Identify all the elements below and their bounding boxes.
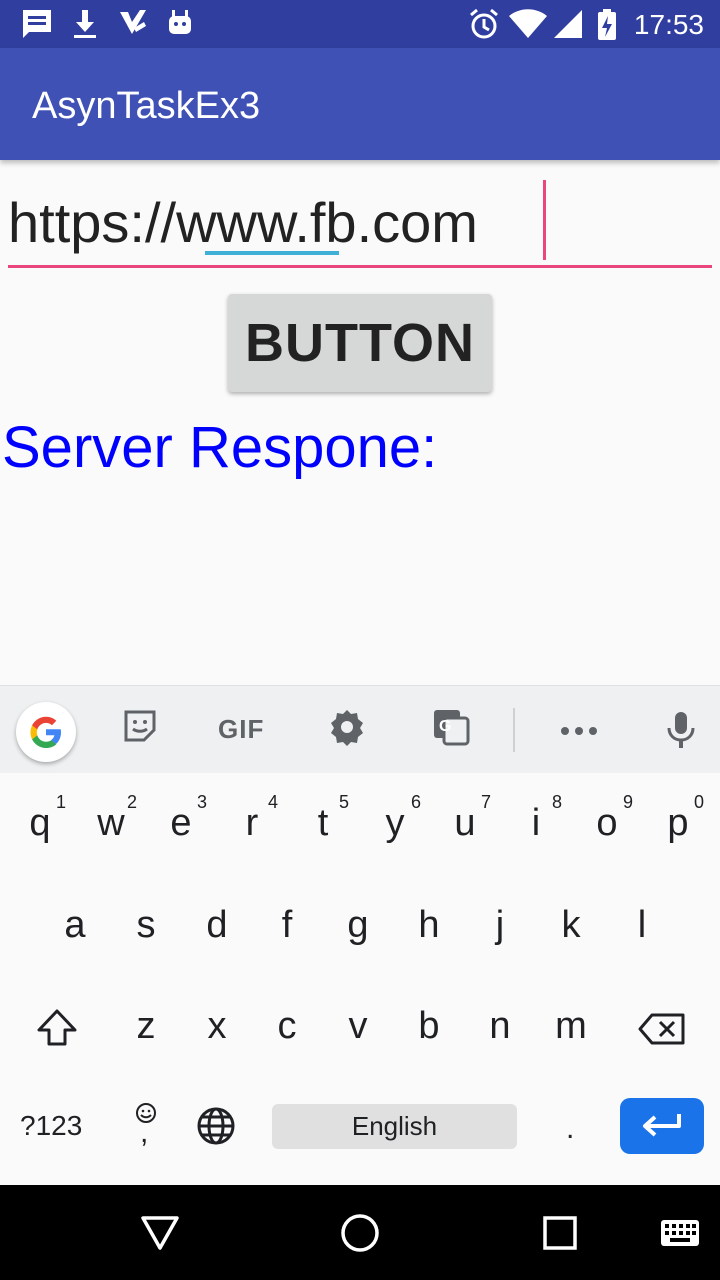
key-z[interactable]: z xyxy=(116,1005,176,1048)
settings-gear-icon[interactable] xyxy=(328,708,366,746)
microphone-icon[interactable] xyxy=(666,710,696,750)
checkmark-icon xyxy=(120,10,146,34)
key-d[interactable]: d xyxy=(187,904,247,947)
app-title: AsynTaskEx3 xyxy=(32,85,261,127)
recents-icon[interactable] xyxy=(542,1215,578,1251)
app-bar: AsynTaskEx3 xyxy=(0,48,720,160)
signal-icon xyxy=(554,10,582,38)
key-hint-3: 3 xyxy=(197,792,208,812)
key-hint-1: 1 xyxy=(56,792,67,812)
key-g[interactable]: g xyxy=(328,904,388,947)
url-input-value[interactable]: https://www.fb.com xyxy=(8,190,478,255)
key-hint-2: 2 xyxy=(127,792,138,812)
keyboard-switch-icon[interactable] xyxy=(660,1219,700,1247)
battery-charging-icon xyxy=(598,9,616,40)
period-key[interactable]: . xyxy=(566,1112,574,1146)
submit-button[interactable]: BUTTON xyxy=(228,294,492,392)
key-a[interactable]: a xyxy=(45,904,105,947)
keyboard-toolbar: GIF G xyxy=(0,685,720,774)
key-j[interactable]: j xyxy=(470,904,530,947)
key-f[interactable]: f xyxy=(257,904,317,947)
wifi-icon xyxy=(509,9,547,38)
alarm-icon xyxy=(470,8,498,39)
back-icon[interactable] xyxy=(140,1215,180,1251)
toolbar-divider xyxy=(513,708,515,752)
shift-icon[interactable] xyxy=(36,1008,78,1048)
symbols-key[interactable]: ?123 xyxy=(20,1110,82,1142)
key-hint-7: 7 xyxy=(481,792,492,812)
key-hint-6: 6 xyxy=(411,792,422,812)
message-icon xyxy=(23,10,51,38)
download-icon xyxy=(74,10,96,38)
key-n[interactable]: n xyxy=(470,1005,530,1048)
key-b[interactable]: b xyxy=(399,1005,459,1048)
key-hint-4: 4 xyxy=(268,792,279,812)
key-s[interactable]: s xyxy=(116,904,176,947)
google-icon xyxy=(30,716,61,748)
key-x[interactable]: x xyxy=(187,1005,247,1048)
enter-arrow-icon xyxy=(643,1114,681,1137)
svg-text:G: G xyxy=(439,718,451,735)
server-response-label: Server Respone: xyxy=(2,415,438,480)
comma-key[interactable]: , xyxy=(140,1116,148,1150)
key-v[interactable]: v xyxy=(328,1005,388,1048)
text-cursor xyxy=(543,180,546,260)
key-m[interactable]: m xyxy=(541,1005,601,1048)
android-icon xyxy=(169,10,191,34)
google-search-button[interactable] xyxy=(16,702,76,762)
spellcheck-underline xyxy=(205,251,339,255)
key-hint-5: 5 xyxy=(339,792,350,812)
key-k[interactable]: k xyxy=(541,904,601,947)
clock: 17:53 xyxy=(633,9,704,40)
sticker-icon[interactable] xyxy=(122,708,158,744)
home-icon[interactable] xyxy=(340,1213,380,1253)
translate-icon[interactable]: G xyxy=(432,708,470,746)
key-hint-8: 8 xyxy=(552,792,563,812)
globe-icon[interactable] xyxy=(196,1106,236,1146)
spacebar-key[interactable]: English xyxy=(272,1104,517,1149)
key-hint-9: 9 xyxy=(623,792,634,812)
gif-button[interactable]: GIF xyxy=(218,714,264,745)
key-c[interactable]: c xyxy=(257,1005,317,1048)
navigation-bar xyxy=(0,1185,720,1280)
enter-key[interactable] xyxy=(620,1098,704,1154)
key-l[interactable]: l xyxy=(612,904,672,947)
status-bar: 17:53 xyxy=(0,0,720,48)
key-h[interactable]: h xyxy=(399,904,459,947)
more-options-icon[interactable] xyxy=(560,726,598,736)
key-hint-0: 0 xyxy=(694,792,705,812)
backspace-icon[interactable] xyxy=(638,1012,686,1046)
